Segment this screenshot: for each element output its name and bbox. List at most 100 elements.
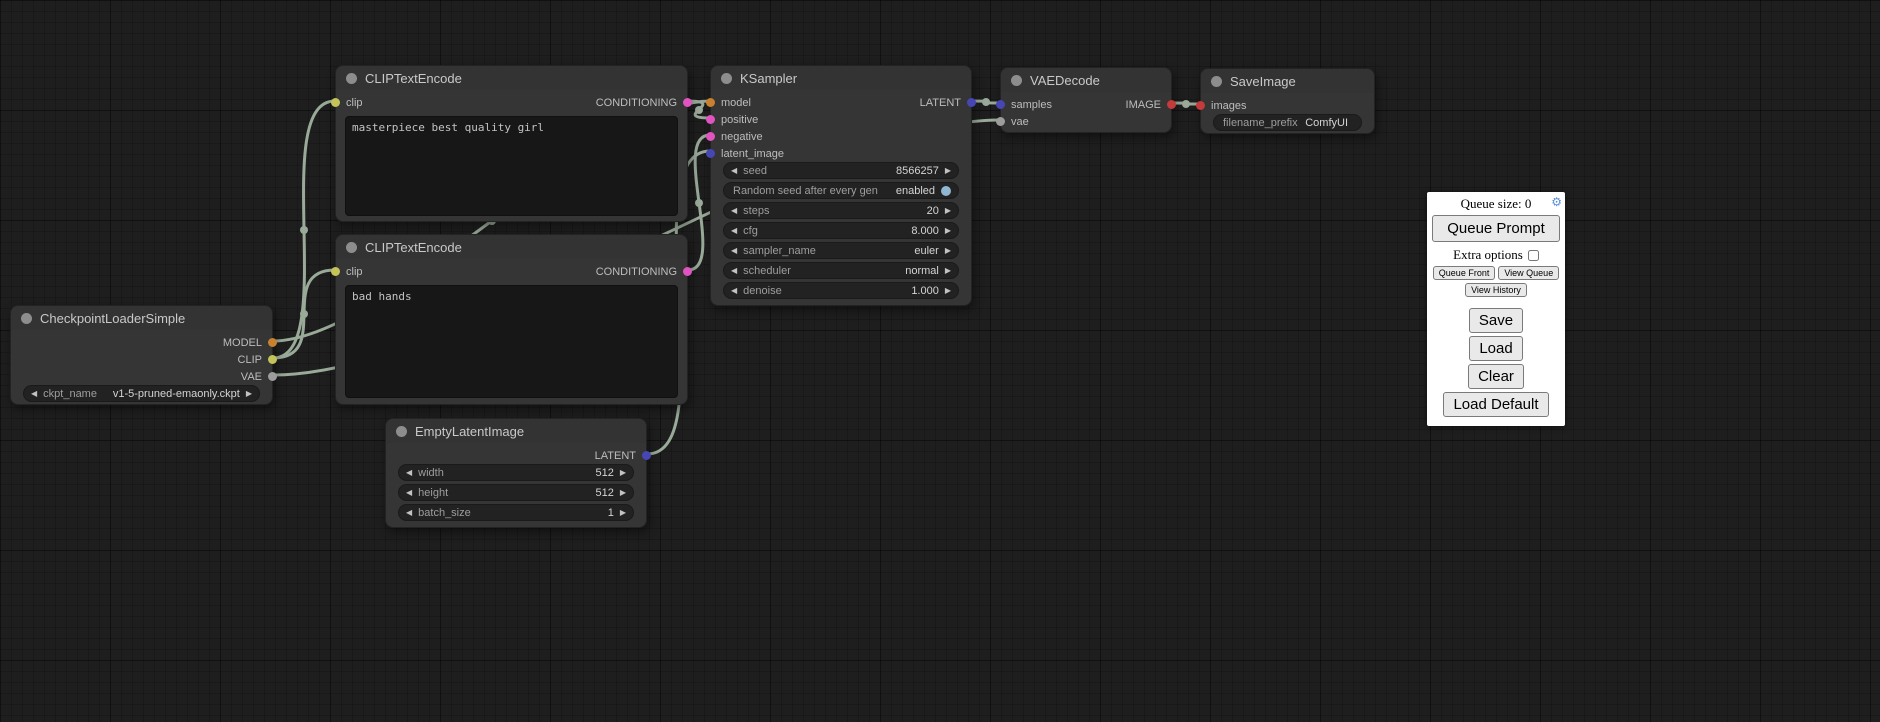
- conditioning-output-dot-icon[interactable]: [683, 98, 692, 107]
- decrement-arrow-icon[interactable]: ◀: [731, 247, 737, 255]
- node-title-bar[interactable]: SaveImage: [1201, 69, 1374, 93]
- conditioning-input-dot-icon[interactable]: [706, 132, 715, 141]
- clip-input-dot-icon[interactable]: [331, 98, 340, 107]
- prompt-textarea[interactable]: bad hands: [345, 285, 678, 398]
- widget-denoise[interactable]: ◀ denoise 1.000 ▶: [723, 282, 959, 299]
- widget-steps[interactable]: ◀ steps 20 ▶: [723, 202, 959, 219]
- input-slot-vae[interactable]: vae: [1001, 113, 1052, 130]
- decrement-arrow-icon[interactable]: ◀: [731, 287, 737, 295]
- decrement-arrow-icon[interactable]: ◀: [406, 509, 412, 517]
- increment-arrow-icon[interactable]: ▶: [620, 469, 626, 477]
- output-slot-conditioning[interactable]: CONDITIONING: [596, 94, 687, 111]
- view-queue-button[interactable]: View Queue: [1498, 266, 1559, 280]
- widget-width[interactable]: ◀ width 512 ▶: [398, 464, 634, 481]
- node-title-bar[interactable]: KSampler: [711, 66, 971, 90]
- node-collapse-dot-icon[interactable]: [396, 426, 407, 437]
- model-output-dot-icon[interactable]: [268, 338, 277, 347]
- increment-arrow-icon[interactable]: ▶: [945, 267, 951, 275]
- clip-input-dot-icon[interactable]: [331, 267, 340, 276]
- widget-cfg[interactable]: ◀ cfg 8.000 ▶: [723, 222, 959, 239]
- increment-arrow-icon[interactable]: ▶: [945, 247, 951, 255]
- node-title-bar[interactable]: VAEDecode: [1001, 68, 1171, 92]
- node-collapse-dot-icon[interactable]: [1011, 75, 1022, 86]
- node-collapse-dot-icon[interactable]: [21, 313, 32, 324]
- output-slot-latent[interactable]: LATENT: [386, 447, 646, 464]
- vae-input-dot-icon[interactable]: [996, 117, 1005, 126]
- input-slot-clip[interactable]: clip: [336, 263, 363, 280]
- clip-output-dot-icon[interactable]: [268, 355, 277, 364]
- decrement-arrow-icon[interactable]: ◀: [406, 489, 412, 497]
- node-checkpoint-loader[interactable]: CheckpointLoaderSimple MODEL CLIP VAE ◀ …: [10, 305, 273, 405]
- increment-arrow-icon[interactable]: ▶: [945, 207, 951, 215]
- graph-canvas[interactable]: CheckpointLoaderSimple MODEL CLIP VAE ◀ …: [0, 0, 1880, 722]
- extra-options-checkbox[interactable]: [1528, 250, 1539, 261]
- node-title-bar[interactable]: CLIPTextEncode: [336, 235, 687, 259]
- node-title-bar[interactable]: EmptyLatentImage: [386, 419, 646, 443]
- input-slot-images[interactable]: images: [1201, 97, 1374, 114]
- increment-arrow-icon[interactable]: ▶: [620, 489, 626, 497]
- input-slot-samples[interactable]: samples: [1001, 96, 1052, 113]
- save-button[interactable]: Save: [1469, 308, 1523, 333]
- increment-arrow-icon[interactable]: ▶: [945, 167, 951, 175]
- node-collapse-dot-icon[interactable]: [346, 73, 357, 84]
- output-slot-latent[interactable]: LATENT: [920, 94, 971, 111]
- node-clip-text-encode-negative[interactable]: CLIPTextEncode clip CONDITIONING bad han…: [335, 234, 688, 405]
- widget-scheduler[interactable]: ◀ scheduler normal ▶: [723, 262, 959, 279]
- node-save-image[interactable]: SaveImage images filename_prefix ComfyUI: [1200, 68, 1375, 134]
- node-clip-text-encode-positive[interactable]: CLIPTextEncode clip CONDITIONING masterp…: [335, 65, 688, 222]
- queue-prompt-button[interactable]: Queue Prompt: [1432, 215, 1560, 242]
- load-default-button[interactable]: Load Default: [1443, 392, 1548, 417]
- node-collapse-dot-icon[interactable]: [1211, 76, 1222, 87]
- output-slot-model[interactable]: MODEL: [11, 334, 272, 351]
- conditioning-input-dot-icon[interactable]: [706, 115, 715, 124]
- input-slot-clip[interactable]: clip: [336, 94, 363, 111]
- settings-gear-icon[interactable]: ⚙: [1551, 195, 1562, 210]
- output-slot-conditioning[interactable]: CONDITIONING: [596, 263, 687, 280]
- node-empty-latent-image[interactable]: EmptyLatentImage LATENT ◀ width 512 ▶ ◀ …: [385, 418, 647, 528]
- widget-ckpt-name[interactable]: ◀ ckpt_name v1-5-pruned-emaonly.ckpt ▶: [23, 385, 260, 402]
- decrement-arrow-icon[interactable]: ◀: [731, 167, 737, 175]
- latent-output-dot-icon[interactable]: [642, 451, 651, 460]
- decrement-arrow-icon[interactable]: ◀: [406, 469, 412, 477]
- widget-batch-size[interactable]: ◀ batch_size 1 ▶: [398, 504, 634, 521]
- queue-front-button[interactable]: Queue Front: [1433, 266, 1496, 280]
- toggle-knob-icon[interactable]: [941, 186, 951, 196]
- widget-filename-prefix[interactable]: filename_prefix ComfyUI: [1213, 114, 1362, 131]
- widget-seed[interactable]: ◀ seed 8566257 ▶: [723, 162, 959, 179]
- increment-arrow-icon[interactable]: ▶: [246, 390, 252, 398]
- decrement-arrow-icon[interactable]: ◀: [731, 207, 737, 215]
- increment-arrow-icon[interactable]: ▶: [620, 509, 626, 517]
- decrement-arrow-icon[interactable]: ◀: [731, 267, 737, 275]
- latent-input-dot-icon[interactable]: [996, 100, 1005, 109]
- node-vae-decode[interactable]: VAEDecode samples vae IMAGE: [1000, 67, 1172, 133]
- output-slot-vae[interactable]: VAE: [11, 368, 272, 385]
- input-slot-positive[interactable]: positive: [711, 111, 784, 128]
- node-title-bar[interactable]: CheckpointLoaderSimple: [11, 306, 272, 330]
- widget-height[interactable]: ◀ height 512 ▶: [398, 484, 634, 501]
- input-slot-negative[interactable]: negative: [711, 128, 784, 145]
- decrement-arrow-icon[interactable]: ◀: [731, 227, 737, 235]
- increment-arrow-icon[interactable]: ▶: [945, 227, 951, 235]
- node-ksampler[interactable]: KSampler model positive negative: [710, 65, 972, 306]
- latent-input-dot-icon[interactable]: [706, 149, 715, 158]
- load-button[interactable]: Load: [1469, 336, 1522, 361]
- increment-arrow-icon[interactable]: ▶: [945, 287, 951, 295]
- view-history-button[interactable]: View History: [1465, 283, 1527, 297]
- node-collapse-dot-icon[interactable]: [346, 242, 357, 253]
- latent-output-dot-icon[interactable]: [967, 98, 976, 107]
- prompt-textarea[interactable]: masterpiece best quality girl: [345, 116, 678, 216]
- node-title-bar[interactable]: CLIPTextEncode: [336, 66, 687, 90]
- decrement-arrow-icon[interactable]: ◀: [31, 390, 37, 398]
- comfy-menu-panel[interactable]: Queue size: 0 ⚙ Queue Prompt Extra optio…: [1427, 192, 1565, 426]
- node-collapse-dot-icon[interactable]: [721, 73, 732, 84]
- widget-random-seed-toggle[interactable]: Random seed after every gen enabled: [723, 182, 959, 199]
- vae-output-dot-icon[interactable]: [268, 372, 277, 381]
- image-output-dot-icon[interactable]: [1167, 100, 1176, 109]
- input-slot-latent-image[interactable]: latent_image: [711, 145, 784, 162]
- model-input-dot-icon[interactable]: [706, 98, 715, 107]
- image-input-dot-icon[interactable]: [1196, 101, 1205, 110]
- output-slot-clip[interactable]: CLIP: [11, 351, 272, 368]
- conditioning-output-dot-icon[interactable]: [683, 267, 692, 276]
- input-slot-model[interactable]: model: [711, 94, 784, 111]
- clear-button[interactable]: Clear: [1468, 364, 1524, 389]
